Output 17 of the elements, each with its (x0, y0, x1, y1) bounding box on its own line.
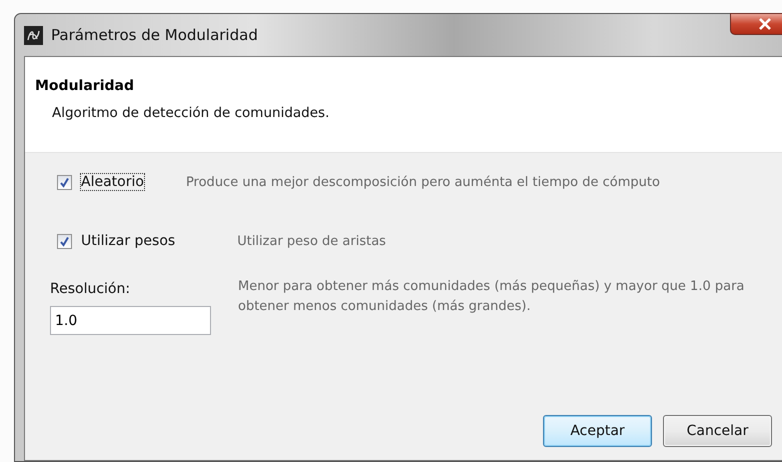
cancel-button[interactable]: Cancelar (663, 415, 772, 447)
resolution-label: Resolución: (50, 281, 132, 297)
section-title: Modularidad (35, 78, 135, 94)
checkbox[interactable] (57, 234, 72, 248)
resolution-description: Menor para obtener más comunidades (más pequeñas) y mayor que 1.0 para obtener menos comunidades (más grandes). (238, 278, 746, 316)
checkbox-label[interactable]: Aleatorio (81, 174, 144, 190)
resolution-field[interactable]: 1.0 (50, 306, 211, 335)
option-description: Utilizar peso de aristas (237, 234, 386, 248)
close-icon (758, 18, 772, 30)
window-title: Parámetros de Modularidad (51, 26, 258, 44)
close-button[interactable] (730, 13, 782, 35)
app-icon (24, 26, 43, 44)
section-description: Algoritmo de detección de comunidades. (52, 105, 330, 121)
checkbox-label[interactable]: Utilizar pesos (81, 233, 176, 249)
option-description: Produce una mejor descomposición pero auménta el tiempo de cómputo (186, 174, 660, 190)
accept-button[interactable]: Aceptar (543, 415, 652, 447)
checkbox[interactable] (57, 174, 72, 190)
